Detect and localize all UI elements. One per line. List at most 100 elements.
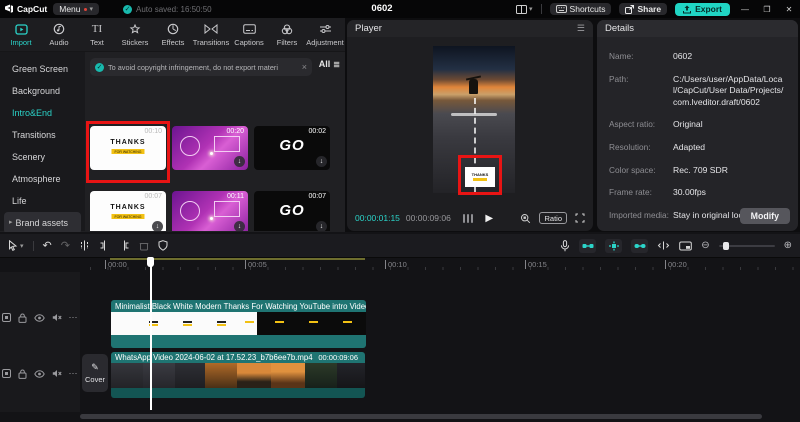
sidebar-item-life[interactable]: Life [0, 190, 85, 212]
magnetic-timeline-toggle[interactable] [579, 239, 596, 253]
ribbon-tab-bar: Import Audio TI Text Stickers Effects Tr… [0, 18, 345, 52]
fullscreen-icon[interactable] [575, 213, 585, 223]
notice-close-icon[interactable]: × [302, 62, 307, 72]
timeline-horizontal-scrollbar[interactable] [80, 414, 762, 419]
player-panel: Player ☰ THANKS 00:00:01:15 00:00:09:06 … [347, 20, 593, 231]
close-button[interactable]: ✕ [782, 5, 796, 14]
layout-switch-button[interactable]: ▾ [516, 5, 533, 14]
tab-label: Text [90, 38, 104, 47]
link-clips-toggle[interactable] [631, 239, 648, 253]
chevron-down-icon: ▾ [20, 242, 24, 250]
mute-speaker-icon[interactable] [52, 313, 62, 322]
asset-duration: 00:02 [308, 128, 326, 135]
track-more-icon[interactable]: ⋯ [69, 312, 79, 323]
sidebar-item-label: Brand assets [16, 212, 69, 234]
video-caption-text [451, 113, 497, 116]
maximize-button[interactable]: ❐ [760, 5, 774, 14]
split-clip-icon[interactable] [79, 240, 90, 251]
fit-zoom-icon[interactable] [520, 213, 531, 224]
mute-speaker-icon[interactable] [52, 369, 62, 378]
cover-edit-button[interactable]: ✎ Cover [82, 354, 108, 392]
preview-frame-icon[interactable] [679, 241, 692, 251]
layout-icon [516, 5, 527, 14]
download-icon[interactable]: ↓ [152, 221, 163, 231]
tab-text[interactable]: TI Text [78, 23, 116, 47]
shortcuts-button[interactable]: Shortcuts [550, 3, 612, 15]
record-voiceover-icon[interactable] [560, 240, 570, 252]
asset-go-template-1[interactable]: GO 00:02 ↓ [254, 126, 330, 170]
sidebar-item-background[interactable]: Background [0, 80, 85, 102]
auto-snap-toggle[interactable] [605, 239, 622, 253]
tab-effects[interactable]: Effects [154, 23, 192, 47]
share-button[interactable]: Share [619, 3, 667, 15]
undo-button[interactable]: ↶ [43, 239, 52, 252]
sidebar-item-intro-end[interactable]: Intro&End [0, 102, 85, 124]
timeline-zoom-out-icon[interactable]: ⊖ [701, 240, 709, 251]
asset-go-text: GO [254, 137, 330, 154]
eye-visibility-icon[interactable] [34, 314, 45, 322]
tab-captions[interactable]: Captions [230, 23, 268, 47]
select-tool-button[interactable]: ▾ [8, 240, 24, 251]
filter-all-dropdown[interactable]: All ≣ [319, 59, 340, 69]
delete-left-icon[interactable] [99, 240, 110, 251]
detail-label: Name: [609, 51, 673, 63]
tab-audio[interactable]: Audio [40, 23, 78, 47]
playhead-handle[interactable] [147, 257, 154, 267]
asset-neon-template-1[interactable]: 00:20 ↓ [172, 126, 248, 170]
neon-rect-shape [214, 136, 240, 152]
detail-row-resolution: Resolution: Adapted [597, 142, 798, 154]
redo-button[interactable]: ↷ [61, 239, 70, 252]
clip-title: WhatsApp Video 2024-06-02 at 17.52.23_b7… [115, 353, 313, 362]
toolbar-divider [541, 4, 542, 14]
zoom-slider-handle[interactable] [723, 242, 729, 250]
player-menu-icon[interactable]: ☰ [577, 23, 585, 34]
download-icon[interactable]: ↓ [316, 156, 327, 167]
asset-thanks-template-2[interactable]: 00:07 THANKS FOR WATCHING ↓ [90, 191, 166, 231]
ruler-tick-label: 00:10 [385, 260, 407, 269]
tab-stickers[interactable]: Stickers [116, 23, 154, 47]
timeline-zoom-slider[interactable] [719, 245, 775, 247]
tab-transitions[interactable]: Transitions [192, 23, 230, 47]
mask-shield-icon[interactable] [158, 240, 168, 251]
ratio-button[interactable]: Ratio [539, 212, 567, 224]
sidebar-item-atmosphere[interactable]: Atmosphere [0, 168, 85, 190]
tab-filters[interactable]: Filters [268, 23, 306, 47]
sidebar-item-transitions[interactable]: Transitions [0, 124, 85, 146]
export-button[interactable]: Export [675, 3, 730, 16]
current-time: 00:00:01:15 [355, 213, 400, 223]
minimize-button[interactable]: — [738, 5, 752, 14]
download-icon[interactable]: ↓ [234, 221, 245, 231]
modify-button[interactable]: Modify [740, 208, 790, 224]
detail-value: 30.00fps [673, 187, 786, 199]
detail-label: Resolution: [609, 142, 673, 154]
clip-frames-black [257, 312, 366, 335]
tab-import[interactable]: Import [2, 23, 40, 47]
play-button[interactable]: ▶ [485, 213, 493, 224]
frame-preview-icon[interactable] [463, 214, 474, 223]
tab-adjustment[interactable]: Adjustment [306, 23, 344, 47]
eye-visibility-icon[interactable] [34, 370, 45, 378]
playhead-line[interactable] [150, 258, 152, 410]
track-type-icon[interactable] [2, 369, 11, 378]
download-icon[interactable]: ↓ [234, 156, 245, 167]
track-type-icon[interactable] [2, 313, 11, 322]
lock-icon[interactable] [18, 313, 27, 323]
menu-button[interactable]: Menu ▾ [53, 3, 99, 15]
details-panel: Details Name: 0602 Path: C:/Users/user/A… [597, 20, 798, 231]
delete-icon[interactable] [139, 241, 149, 251]
snap-sparkle-icon [608, 241, 620, 251]
download-icon[interactable]: ↓ [316, 221, 327, 231]
asset-go-template-2[interactable]: GO 00:07 ↓ [254, 191, 330, 231]
timeline-zoom-in-icon[interactable]: ⊕ [784, 240, 792, 251]
delete-right-icon[interactable] [119, 240, 130, 251]
lock-icon[interactable] [18, 369, 27, 379]
filters-icon [281, 23, 293, 36]
track-more-icon[interactable]: ⋯ [69, 368, 79, 379]
timeline-ruler[interactable]: 00:00 00:05 00:10 00:15 00:20 [80, 258, 800, 272]
sidebar-item-scenery[interactable]: Scenery [0, 146, 85, 168]
cursor-icon [8, 240, 18, 251]
asset-neon-template-2[interactable]: 00:11 ↓ [172, 191, 248, 231]
ripple-edit-icon[interactable] [657, 241, 670, 250]
sidebar-item-green-screen[interactable]: Green Screen [0, 58, 85, 80]
sidebar-item-brand-assets[interactable]: ▸ Brand assets [4, 212, 81, 234]
